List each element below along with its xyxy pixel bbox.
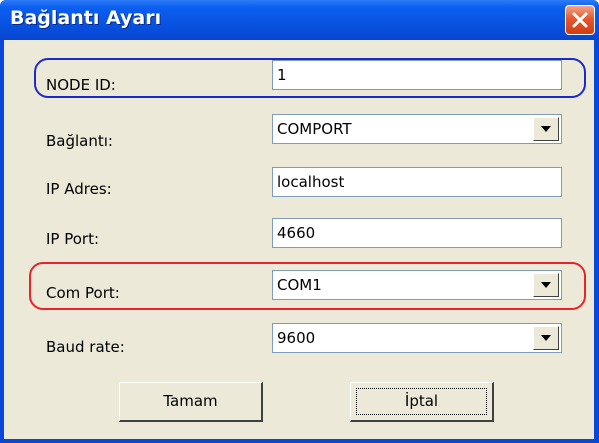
- ok-button-label: Tamam: [163, 392, 218, 410]
- cancel-button-label: İptal: [404, 392, 439, 410]
- dialog-body: NODE ID: Bağlantı: COMPORT IP Adres: IP …: [4, 40, 594, 439]
- ip-port-input[interactable]: [272, 218, 562, 248]
- node-id-label: NODE ID:: [46, 76, 116, 94]
- chevron-down-icon: [541, 126, 551, 132]
- baglanti-select[interactable]: COMPORT: [272, 114, 562, 144]
- ip-port-label: IP Port:: [46, 230, 100, 248]
- baglanti-dropdown-button[interactable]: [533, 117, 559, 141]
- cancel-button[interactable]: İptal: [350, 382, 494, 422]
- com-port-select[interactable]: COM1: [272, 270, 562, 300]
- chevron-down-icon: [541, 282, 551, 288]
- baglanti-label: Bağlantı:: [46, 132, 113, 150]
- ip-adres-label: IP Adres:: [46, 180, 112, 198]
- baud-rate-label: Baud rate:: [46, 338, 125, 356]
- baud-rate-value: 9600: [277, 329, 316, 347]
- baud-rate-select[interactable]: 9600: [272, 323, 562, 353]
- close-icon: [572, 12, 588, 28]
- com-port-value: COM1: [277, 276, 322, 294]
- dialog-window: Bağlantı Ayarı NODE ID: Bağlantı: COMPOR…: [0, 0, 599, 443]
- close-button[interactable]: [565, 5, 595, 35]
- baud-rate-dropdown-button[interactable]: [533, 326, 559, 350]
- title-bar[interactable]: Bağlantı Ayarı: [0, 0, 599, 40]
- baglanti-value: COMPORT: [277, 120, 352, 138]
- com-port-label: Com Port:: [46, 284, 120, 302]
- window-title: Bağlantı Ayarı: [10, 7, 162, 29]
- com-port-dropdown-button[interactable]: [533, 273, 559, 297]
- ip-adres-input[interactable]: [272, 167, 562, 197]
- chevron-down-icon: [541, 335, 551, 341]
- ok-button[interactable]: Tamam: [119, 382, 263, 422]
- node-id-input[interactable]: [272, 60, 562, 90]
